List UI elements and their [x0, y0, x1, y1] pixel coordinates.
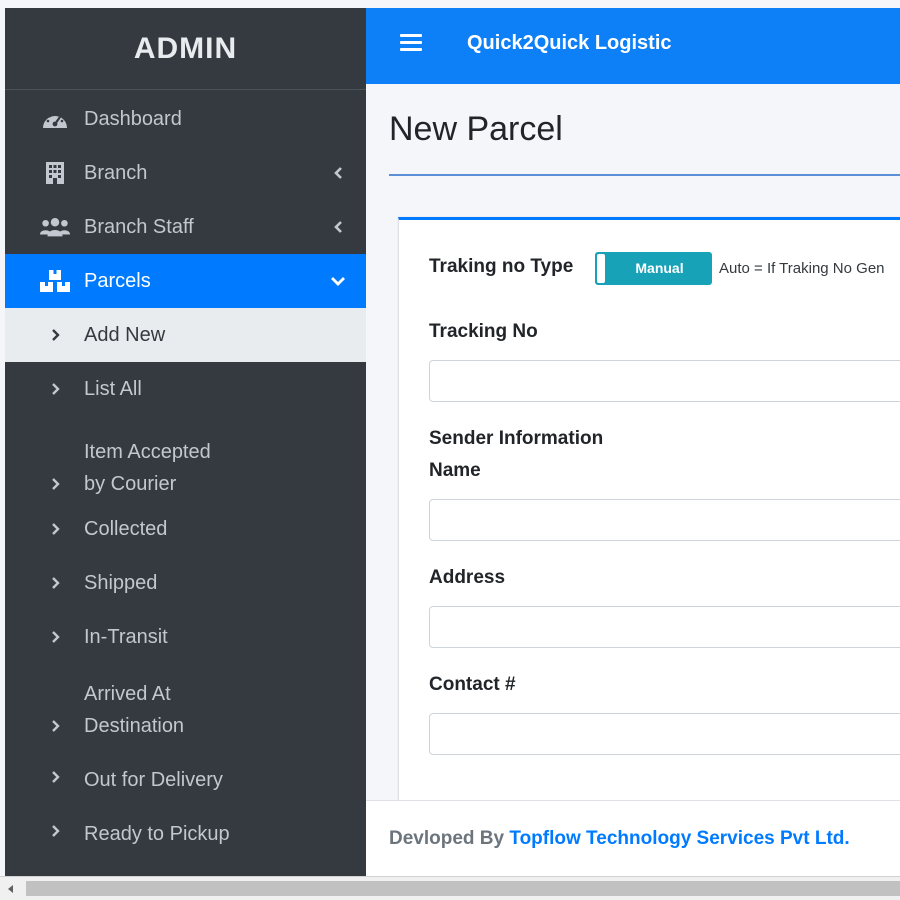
tracking-type-toggle[interactable]: Manual	[595, 252, 712, 285]
sidebar-subitem-label: Arrived At	[84, 683, 171, 705]
brand-title: ADMIN	[133, 31, 238, 65]
chevron-left-icon	[330, 219, 346, 235]
sidebar-item-label: Dashboard	[84, 107, 182, 130]
sidebar-subitem-item-accepted[interactable]: Item Accepted by Courier	[5, 416, 366, 502]
main-content: New Parcel Traking no Type Manual Auto =…	[366, 84, 900, 800]
sidebar-subitem-label: Add New	[84, 324, 166, 346]
building-icon	[39, 161, 71, 185]
chevron-right-icon	[49, 521, 63, 537]
sidebar-subitem-label: Out for Delivery	[84, 769, 223, 791]
sender-name-input[interactable]	[429, 499, 900, 541]
sidebar-item-dashboard[interactable]: Dashboard	[5, 92, 366, 146]
chevron-right-icon	[49, 575, 63, 591]
sidebar-item-label: Branch	[84, 161, 148, 184]
sidebar-subitem-label: Ready to Pickup	[84, 823, 230, 845]
chevron-down-icon	[330, 273, 346, 289]
sidebar-subitem-collected[interactable]: Collected	[5, 502, 366, 556]
horizontal-scrollbar[interactable]	[0, 876, 900, 900]
auto-tracking-note: Auto = If Traking No Gen	[719, 260, 885, 277]
sidebar-subitem-list-all[interactable]: List All	[5, 362, 366, 416]
sidebar-subitem-arrived-at-destination[interactable]: Arrived At Destination	[5, 664, 366, 750]
boxes-icon	[39, 269, 71, 293]
page-title: New Parcel	[389, 110, 563, 148]
sender-name-label: Name	[429, 460, 481, 481]
chevron-left-icon	[330, 165, 346, 181]
toggle-label: Manual	[635, 260, 684, 276]
sidebar-subitem-label: Item Accepted	[84, 441, 211, 463]
chevron-right-icon	[49, 629, 63, 645]
chevron-right-icon	[49, 381, 63, 397]
sender-contact-label: Contact #	[429, 674, 516, 695]
sidebar-subitem-ready-to-pickup[interactable]: Ready to Pickup	[5, 804, 366, 858]
sidebar-subitem-label: In-Transit	[84, 626, 168, 648]
chevron-right-icon	[49, 823, 63, 839]
sidebar-item-label: Branch Staff	[84, 215, 194, 238]
scroll-left-arrow-icon[interactable]	[4, 881, 18, 897]
sender-contact-input[interactable]	[429, 713, 900, 755]
sidebar-brand[interactable]: ADMIN	[5, 8, 366, 90]
tracking-no-label: Tracking No	[429, 321, 538, 342]
tracking-no-input[interactable]	[429, 360, 900, 402]
footer-credit: Devloped By Topflow Technology Services …	[389, 828, 850, 850]
sidebar-subitem-out-for-delivery[interactable]: Out for Delivery	[5, 750, 366, 804]
sidebar-subitem-in-transit[interactable]: In-Transit	[5, 610, 366, 664]
footer-company-link[interactable]: Topflow Technology Services Pvt Ltd.	[509, 828, 849, 849]
chevron-right-icon	[49, 327, 63, 343]
sidebar-subitem-label-line2: Destination	[84, 715, 185, 737]
new-parcel-form-card: Traking no Type Manual Auto = If Traking…	[398, 217, 900, 800]
chevron-right-icon	[49, 476, 63, 492]
chevron-right-icon	[49, 718, 63, 734]
users-icon	[39, 215, 71, 239]
title-divider	[389, 174, 900, 176]
sidebar-item-label: Parcels	[84, 269, 151, 292]
toggle-handle	[597, 254, 605, 283]
top-navbar: Quick2Quick Logistic	[366, 8, 900, 84]
sidebar-subitem-label: Shipped	[84, 572, 158, 594]
dashboard-gauge-icon	[39, 107, 71, 131]
sidebar: ADMIN Dashboard Branch Branch Staff Parc…	[5, 8, 366, 876]
scrollbar-thumb[interactable]	[26, 881, 900, 896]
sidebar-subitem-shipped[interactable]: Shipped	[5, 556, 366, 610]
footer: Devloped By Topflow Technology Services …	[366, 800, 900, 876]
app-window: ADMIN Dashboard Branch Branch Staff Parc…	[0, 0, 900, 900]
sidebar-subitem-label: List All	[84, 378, 142, 400]
tracking-type-label: Traking no Type	[429, 256, 574, 277]
sidebar-subitem-label-line2: by Courier	[84, 473, 177, 495]
sender-address-label: Address	[429, 567, 506, 588]
chevron-right-icon	[49, 769, 63, 785]
footer-prefix: Devloped By	[389, 828, 505, 849]
sender-address-input[interactable]	[429, 606, 900, 648]
sidebar-item-branch-staff[interactable]: Branch Staff	[5, 200, 366, 254]
sidebar-item-parcels[interactable]: Parcels	[5, 254, 366, 308]
sender-information-heading: Sender Information	[429, 428, 604, 449]
sidebar-subitem-add-new[interactable]: Add New	[5, 308, 366, 362]
sidebar-subitem-label: Collected	[84, 518, 168, 540]
app-title: Quick2Quick Logistic	[467, 32, 672, 54]
hamburger-menu-icon[interactable]	[400, 34, 422, 56]
sidebar-item-branch[interactable]: Branch	[5, 146, 366, 200]
